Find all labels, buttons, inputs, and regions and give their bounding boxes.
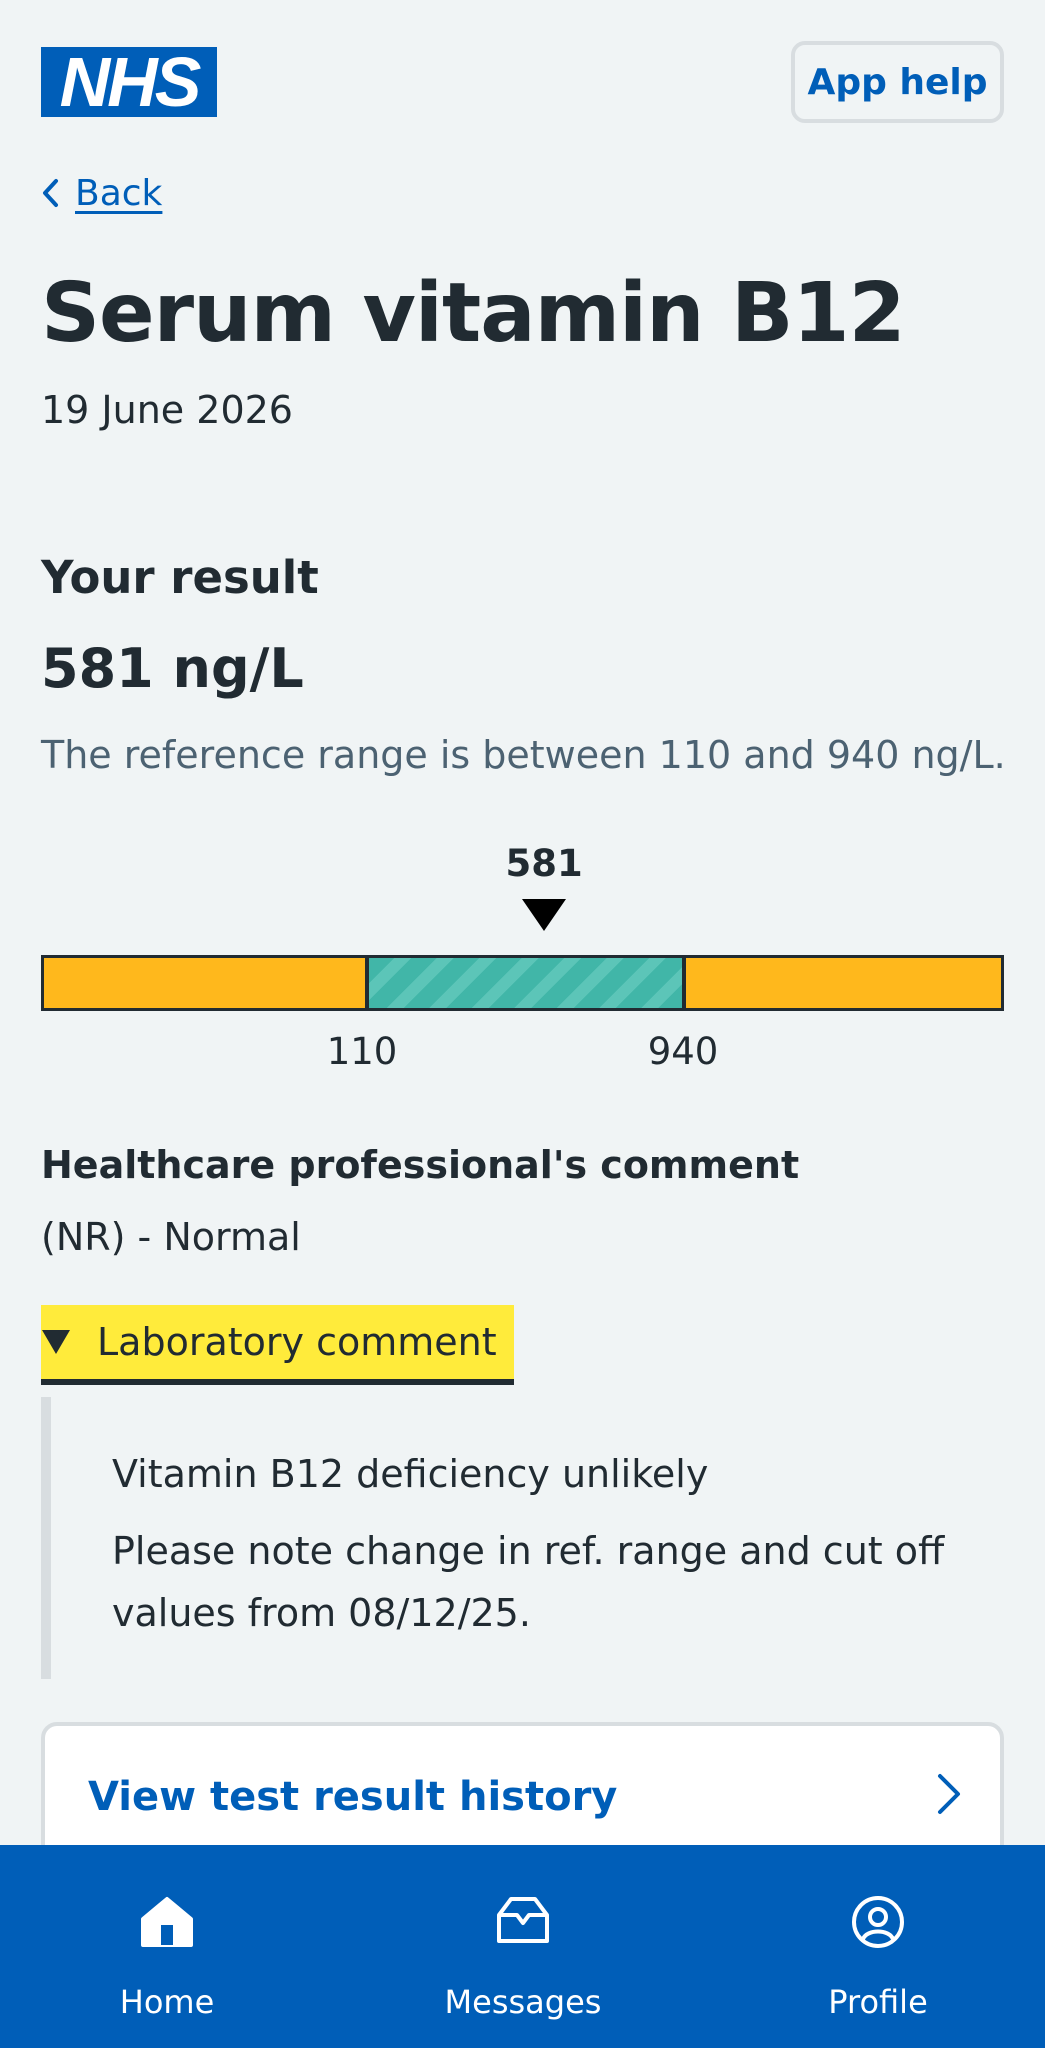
- laboratory-comment-line: Please note change in ref. range and cut…: [112, 1529, 945, 1635]
- range-segment-normal: [365, 958, 686, 1008]
- page-title: Serum vitamin B12: [41, 266, 906, 361]
- triangle-down-icon: [42, 1330, 70, 1354]
- home-icon: [141, 1897, 193, 1947]
- view-test-result-history-link[interactable]: View test result history: [88, 1774, 617, 1820]
- nav-profile-label: Profile: [828, 1983, 928, 2021]
- result-marker-label: 581: [505, 842, 583, 885]
- laboratory-comment-toggle[interactable]: Laboratory comment: [41, 1305, 514, 1385]
- range-segment-low: [44, 958, 365, 1008]
- nav-home-label: Home: [119, 1983, 215, 2021]
- hcp-comment-heading: Healthcare professional's comment: [41, 1143, 800, 1187]
- bottom-navigation: Home Messages Profile: [0, 1845, 1045, 2048]
- nav-messages-label: Messages: [444, 1983, 602, 2021]
- chevron-right-icon: [938, 1774, 960, 1814]
- nav-item-messages[interactable]: Messages: [403, 1845, 643, 2048]
- chevron-left-icon: [43, 179, 58, 207]
- nhs-logo: NHS: [41, 47, 217, 117]
- result-date: 19 June 2026: [41, 388, 293, 432]
- result-value: 581 ng/L: [41, 637, 304, 700]
- laboratory-comment-line: Vitamin B12 deficiency unlikely: [112, 1452, 709, 1496]
- range-bar: [41, 955, 1004, 1011]
- result-heading: Your result: [41, 551, 319, 604]
- app-header: NHS App help: [0, 0, 1045, 140]
- hcp-comment-text: (NR) - Normal: [41, 1215, 301, 1259]
- range-high-label: 940: [647, 1030, 719, 1073]
- nav-item-profile[interactable]: Profile: [758, 1845, 998, 2048]
- nav-item-home[interactable]: Home: [47, 1845, 287, 2048]
- app-help-button[interactable]: App help: [791, 41, 1004, 123]
- reference-range-text: The reference range is between 110 and 9…: [41, 733, 1006, 777]
- messages-icon: [497, 1897, 549, 1943]
- laboratory-comment-label: Laboratory comment: [97, 1320, 497, 1364]
- laboratory-comment-content: Vitamin B12 deficiency unlikely Please n…: [41, 1397, 1004, 1679]
- range-low-label: 110: [326, 1030, 398, 1073]
- range-segment-high: [686, 958, 1001, 1008]
- result-marker-arrow-icon: [522, 899, 567, 931]
- reference-range-chart: 581 110 940: [0, 830, 1045, 1073]
- back-link-label[interactable]: Back: [75, 173, 162, 214]
- back-link[interactable]: Back: [41, 168, 162, 218]
- profile-icon: [852, 1896, 904, 1948]
